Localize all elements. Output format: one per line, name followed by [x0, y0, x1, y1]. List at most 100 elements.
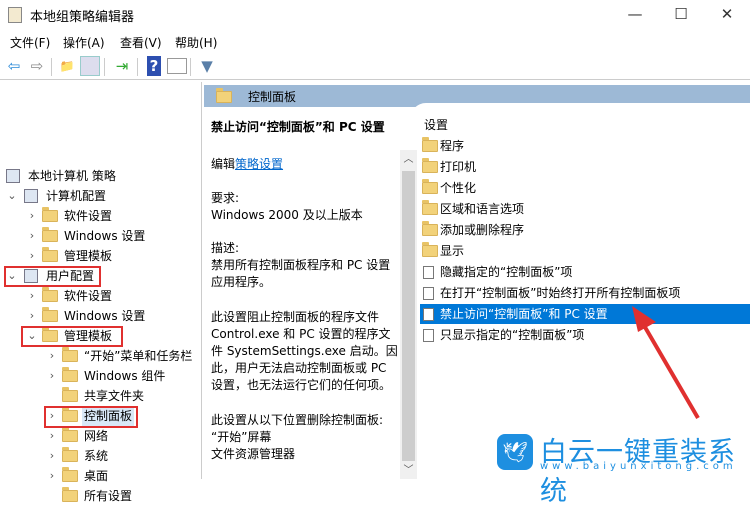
chevron-right-icon[interactable]: › — [46, 426, 58, 446]
list-item[interactable]: 区域和语言选项 — [420, 199, 750, 219]
back-icon[interactable]: ⇦ — [4, 56, 24, 76]
minimize-button[interactable]: — — [612, 0, 658, 30]
folder-icon — [62, 387, 78, 402]
tree-item-label: 所有设置 — [84, 489, 133, 503]
app-icon — [8, 7, 22, 23]
menu-file[interactable]: 文件(F) — [10, 34, 50, 51]
list-item-label: 打印机 — [440, 160, 477, 174]
chevron-right-icon[interactable]: › — [46, 466, 58, 486]
computer-icon — [24, 189, 38, 203]
tree-item[interactable]: › 网络 — [0, 426, 200, 446]
folder-icon — [42, 227, 58, 242]
list-item[interactable]: 隐藏指定的“控制面板”项 — [420, 262, 750, 282]
chevron-right-icon[interactable]: › — [46, 446, 58, 466]
scroll-down-icon[interactable]: ﹀ — [400, 461, 417, 476]
folder-icon — [42, 307, 58, 322]
list-item-label: 个性化 — [440, 181, 477, 195]
chevron-right-icon[interactable]: › — [26, 306, 38, 326]
description-line: 设置，也无法运行它们的任何项。 — [211, 378, 392, 393]
tree-item[interactable]: 所有设置 — [0, 486, 200, 506]
tree-item[interactable]: › Windows 设置 — [0, 226, 200, 246]
tree-item-label: Windows 组件 — [84, 369, 166, 383]
chevron-right-icon[interactable]: › — [26, 206, 38, 226]
tree-item-label: 系统 — [84, 449, 109, 463]
description-line: 禁用所有控制面板程序和 PC 设置 — [211, 258, 391, 272]
list-item[interactable]: 打印机 — [420, 157, 750, 177]
folder-icon — [422, 221, 438, 236]
forward-icon[interactable]: ⇨ — [27, 56, 47, 76]
chevron-right-icon[interactable]: › — [26, 286, 38, 306]
chevron-right-icon[interactable]: › — [46, 346, 58, 366]
tree-item-label: 本地计算机 策略 — [28, 169, 116, 183]
list-item-label: 禁止访问“控制面板”和 PC 设置 — [440, 307, 608, 321]
folder-icon — [216, 88, 232, 103]
list-item-label: 只显示指定的“控制面板”项 — [440, 328, 585, 342]
list-item-label: 添加或删除程序 — [440, 223, 525, 237]
folder-icon — [62, 427, 78, 442]
maximize-button[interactable]: ☐ — [658, 0, 704, 30]
scroll-thumb[interactable] — [402, 171, 415, 461]
folder-icon — [62, 487, 78, 502]
tree-item[interactable]: › 软件设置 — [0, 286, 200, 306]
tree-item[interactable]: › 管理模板 — [0, 246, 200, 266]
tree-item[interactable]: 本地计算机 策略 — [0, 166, 200, 186]
show-tree-icon[interactable] — [80, 56, 100, 76]
properties-icon[interactable] — [167, 58, 187, 74]
window-title: 本地组策略编辑器 — [30, 10, 135, 25]
highlight-box — [4, 266, 101, 287]
close-button[interactable]: ✕ — [704, 0, 750, 30]
policy-title: 禁止访问“控制面板”和 PC 设置 — [211, 120, 385, 134]
description-line: 此，用户无法启动控制面板或 PC — [211, 361, 387, 376]
policy-setting-icon — [423, 287, 434, 300]
tree-item[interactable]: › Windows 设置 — [0, 306, 200, 326]
tree-item[interactable]: › 系统 — [0, 446, 200, 466]
chevron-right-icon[interactable]: › — [46, 366, 58, 386]
folder-icon — [422, 179, 438, 194]
folder-icon — [422, 158, 438, 173]
separator — [51, 58, 52, 76]
description-line: 文件资源管理器 — [211, 447, 296, 462]
tree-item[interactable]: 共享文件夹 — [0, 386, 200, 406]
edit-policy-link[interactable]: 策略设置 — [235, 157, 283, 171]
menu-help[interactable]: 帮助(H) — [175, 34, 217, 51]
up-folder-icon[interactable]: 📁 — [57, 56, 77, 76]
tree-item[interactable]: › Windows 组件 — [0, 366, 200, 386]
separator — [190, 58, 191, 76]
tree-item-label: 计算机配置 — [46, 189, 107, 203]
description-line: 此设置阻止控制面板的程序文件 — [211, 309, 380, 324]
tree-item[interactable]: › 软件设置 — [0, 206, 200, 226]
list-item[interactable]: 程序 — [420, 136, 750, 156]
menu-action[interactable]: 操作(A) — [63, 34, 105, 51]
list-item-label: 区域和语言选项 — [440, 202, 525, 216]
help-icon[interactable]: ? — [147, 56, 161, 76]
requirements-value: Windows 2000 及以上版本 — [211, 208, 363, 222]
folder-icon — [42, 287, 58, 302]
tree-item[interactable]: › “开始”菜单和任务栏 — [0, 346, 200, 366]
menu-view[interactable]: 查看(V) — [120, 34, 162, 51]
requirements-label: 要求: — [211, 191, 240, 205]
chevron-right-icon[interactable]: › — [26, 246, 38, 266]
list-item-label: 程序 — [440, 139, 465, 153]
scroll-up-icon[interactable]: ︿ — [400, 150, 417, 165]
tree-item[interactable]: ⌄ 计算机配置 — [0, 186, 200, 206]
folder-icon — [42, 247, 58, 262]
list-item[interactable]: 个性化 — [420, 178, 750, 198]
list-item[interactable]: 添加或删除程序 — [420, 220, 750, 240]
list-item[interactable]: 显示 — [420, 241, 750, 261]
chevron-right-icon[interactable]: › — [26, 226, 38, 246]
export-icon[interactable]: ⇥ — [112, 56, 132, 76]
description-line: Control.exe 和 PC 设置的程序文 — [211, 326, 391, 341]
highlight-box — [21, 326, 123, 347]
tree-item-label: “开始”菜单和任务栏 — [84, 349, 193, 363]
chevron-down-icon[interactable]: ⌄ — [6, 186, 18, 206]
details-scrollbar[interactable]: ︿ ﹀ — [400, 150, 417, 479]
folder-icon — [62, 367, 78, 382]
folder-icon — [62, 467, 78, 482]
tree-item[interactable]: › 桌面 — [0, 466, 200, 486]
description-line: 件 SystemSettings.exe 启动。因 — [211, 344, 398, 358]
tree-item-label: 管理模板 — [64, 249, 113, 263]
tree-item-label: 桌面 — [84, 469, 109, 483]
filter-icon[interactable]: ▼ — [197, 56, 217, 76]
logo-bird-icon: 🕊 — [497, 434, 533, 470]
policy-scroll-icon — [6, 169, 20, 183]
